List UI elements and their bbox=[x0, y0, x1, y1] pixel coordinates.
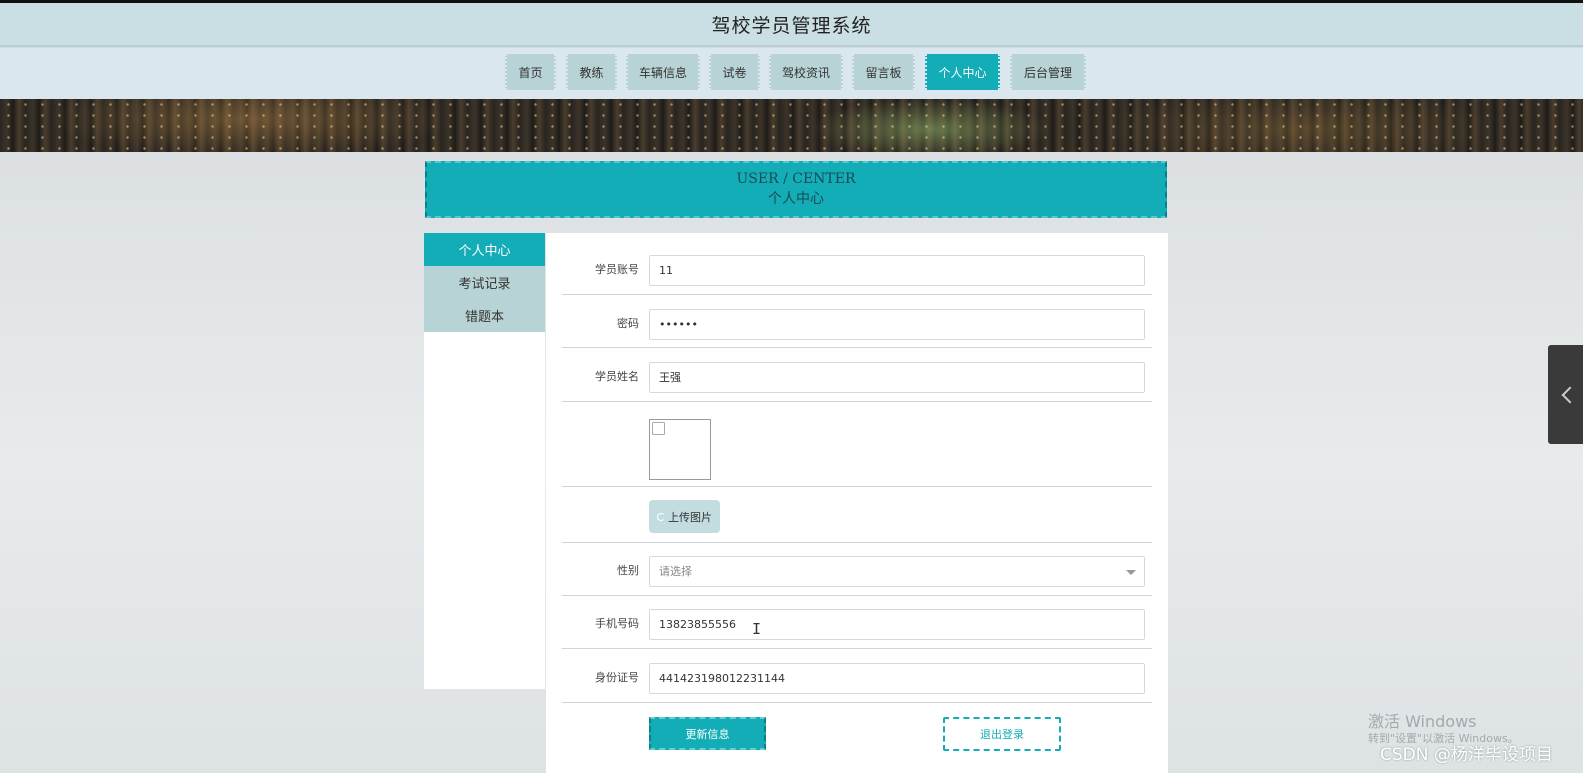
windows-activation-title: 激活 Windows bbox=[1368, 712, 1477, 731]
account-label: 学员账号 bbox=[595, 263, 639, 276]
sidebar-item-exam-records[interactable]: 考试记录 bbox=[424, 266, 545, 299]
user-center-title-en: USER / CENTER bbox=[736, 171, 856, 187]
update-info-button[interactable]: 更新信息 bbox=[649, 717, 766, 750]
id-card-label: 身份证号 bbox=[595, 671, 639, 684]
user-sidebar: 个人中心 考试记录 错题本 bbox=[424, 233, 545, 689]
account-input[interactable]: 11 bbox=[649, 255, 1145, 286]
phone-label: 手机号码 bbox=[595, 617, 639, 630]
row-divider bbox=[562, 486, 1152, 487]
upload-icon bbox=[657, 512, 665, 521]
csdn-watermark: CSDN @杨洋毕设项目 bbox=[1380, 745, 1553, 765]
row-divider bbox=[562, 648, 1152, 649]
main-nav: 首页 教练 车辆信息 试卷 驾校资讯 留言板 个人中心 后台管理 bbox=[0, 48, 1583, 99]
row-divider bbox=[562, 294, 1152, 295]
user-center-header: USER / CENTER 个人中心 bbox=[425, 161, 1167, 218]
name-label: 学员姓名 bbox=[595, 370, 639, 383]
name-input[interactable]: 王强 bbox=[649, 362, 1145, 393]
password-input[interactable]: •••••• bbox=[649, 309, 1145, 340]
profile-form: 学员账号 11 密码 •••••• 学员姓名 王强 上传图片 性别 请选择 手机… bbox=[546, 233, 1168, 773]
avatar-image bbox=[649, 419, 711, 480]
gender-select[interactable]: 请选择 bbox=[649, 556, 1145, 587]
text-cursor-icon: I bbox=[752, 620, 762, 638]
banner-city-lights bbox=[0, 99, 1583, 152]
side-drawer-toggle[interactable] bbox=[1548, 345, 1583, 444]
nav-item-home[interactable]: 首页 bbox=[505, 54, 556, 90]
upload-label: 上传图片 bbox=[668, 510, 712, 524]
nav-item-vehicles[interactable]: 车辆信息 bbox=[626, 54, 700, 90]
row-divider bbox=[562, 542, 1152, 543]
gender-placeholder: 请选择 bbox=[659, 565, 692, 578]
site-title: 驾校学员管理系统 bbox=[711, 14, 872, 37]
nav-item-news[interactable]: 驾校资讯 bbox=[769, 54, 843, 90]
id-card-input[interactable]: 441423198012231144 bbox=[649, 663, 1145, 694]
row-divider bbox=[562, 401, 1152, 402]
chevron-down-icon bbox=[1126, 570, 1136, 575]
password-label: 密码 bbox=[617, 317, 639, 330]
row-divider bbox=[562, 347, 1152, 348]
sidebar-item-user-center[interactable]: 个人中心 bbox=[424, 233, 545, 266]
user-center-title-cn: 个人中心 bbox=[768, 191, 824, 207]
nav-item-admin[interactable]: 后台管理 bbox=[1010, 54, 1086, 90]
chevron-left-icon bbox=[1561, 386, 1578, 403]
logout-button[interactable]: 退出登录 bbox=[943, 717, 1061, 751]
upload-image-button[interactable]: 上传图片 bbox=[649, 500, 720, 533]
nav-item-coach[interactable]: 教练 bbox=[566, 54, 617, 90]
row-divider bbox=[562, 702, 1152, 703]
site-header: 驾校学员管理系统 bbox=[0, 3, 1583, 47]
gender-label: 性别 bbox=[617, 564, 639, 577]
city-night-banner bbox=[0, 99, 1583, 152]
sidebar-item-wrong-questions[interactable]: 错题本 bbox=[424, 299, 545, 332]
broken-image-icon bbox=[652, 422, 665, 435]
phone-input[interactable]: 13823855556 bbox=[649, 609, 1145, 640]
nav-item-user-center[interactable]: 个人中心 bbox=[925, 54, 1000, 90]
row-divider bbox=[562, 595, 1152, 596]
nav-item-message-board[interactable]: 留言板 bbox=[852, 54, 915, 90]
nav-item-exam-papers[interactable]: 试卷 bbox=[709, 54, 760, 90]
